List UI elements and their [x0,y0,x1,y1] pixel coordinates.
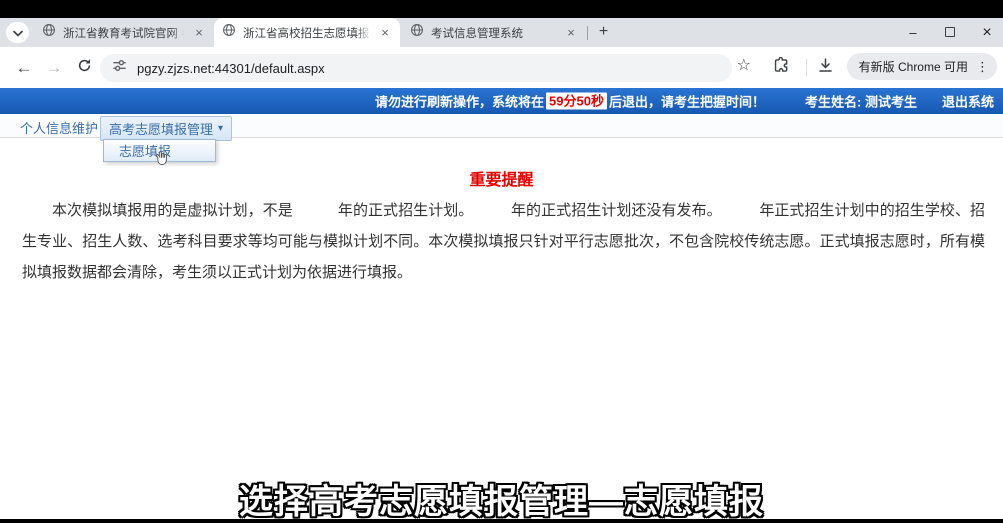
tab-exam-office-site[interactable]: 浙江省教育考试院官网 考生办 × [34,18,214,47]
tab-exam-info-system[interactable]: 考试信息管理系统 × [402,18,586,47]
tab-close-icon[interactable]: × [192,26,206,40]
caret-down-icon: ▾ [218,123,223,134]
toolbar-separator [806,59,807,76]
chrome-update-label: 有新版 Chrome 可用 [859,58,968,75]
globe-favicon-icon [410,23,424,42]
tab-title: 考试信息管理系统 [431,25,557,41]
globe-favicon-icon [222,23,236,42]
reminder-paragraph: 本次模拟填报用的是虚拟计划，不是 年的正式招生计划。 年的正式招生计划还没有发布… [22,195,985,288]
video-frame: 浙江省教育考试院官网 考生办 × 浙江省高校招生志愿填报系统 × 考试信息管理系… [0,0,1003,523]
candidate-name-label: 考生姓名: 测试考生 [805,92,917,111]
window-close-button[interactable]: × [979,24,995,42]
browser-toolbar: ← → pgzy.zjzs.net:44301/default.aspx ☆ [0,47,1003,88]
menu-label: 个人信息维护 [20,118,98,137]
menu-volunteer-management[interactable]: 高考志愿填报管理 ▾ [100,116,232,141]
tab-strip: 浙江省教育考试院官网 考生办 × 浙江省高校招生志愿填报系统 × 考试信息管理系… [0,18,1003,47]
globe-favicon-icon [42,23,56,42]
browser-menu-icon[interactable]: ⋮ [976,59,989,75]
important-reminder-title: 重要提醒 [0,166,1003,190]
menu-label: 高考志愿填报管理 [109,119,213,138]
message-suffix: 后退出，请考生把握时间！ [609,92,765,111]
download-icon[interactable] [816,56,835,80]
tab-search-button[interactable] [6,22,29,43]
maximize-icon [945,27,955,37]
browser-window: 浙江省教育考试院官网 考生办 × 浙江省高校招生志愿填报系统 × 考试信息管理系… [0,18,1003,519]
tab-volunteer-system-active[interactable]: 浙江省高校招生志愿填报系统 × [214,18,400,47]
window-maximize-button[interactable] [942,25,958,40]
toolbar-right-group: ☆ 有新版 Chrome 可用 ⋮ [0,55,1003,81]
menu-bar: 个人信息维护 ▾ 高考志愿填报管理 ▾ [0,114,1003,138]
message-prefix: 请勿进行刷新操作，系统将在 [375,92,544,111]
dropdown-item-volunteer-filling[interactable]: 志愿填报 [104,140,215,161]
tab-title: 浙江省教育考试院官网 考生办 [63,25,185,41]
tab-title: 浙江省高校招生志愿填报系统 [243,25,371,41]
new-tab-button[interactable]: + [592,21,615,44]
tab-separator [587,26,588,40]
chevron-down-icon [13,24,23,42]
session-timeout-message: 请勿进行刷新操作，系统将在 59分50秒 后退出，请考生把握时间！ [375,92,765,111]
bookmark-star-icon[interactable]: ☆ [737,55,751,75]
hand-cursor-icon [154,150,169,167]
volunteer-management-dropdown: 志愿填报 [103,139,216,162]
system-notice-bar: 请勿进行刷新操作，系统将在 59分50秒 后退出，请考生把握时间！ 考生姓名: … [0,88,1003,114]
extensions-icon[interactable] [772,56,791,80]
tab-close-icon[interactable]: × [378,26,392,40]
tab-close-icon[interactable]: × [564,26,578,40]
countdown-timer: 59分50秒 [546,93,607,110]
window-controls: – × [905,18,995,47]
logout-link[interactable]: 退出系统 [942,92,994,111]
window-minimize-button[interactable]: – [905,25,921,40]
video-subtitle: 选择高考志愿填报管理—志愿填报 [0,474,1003,523]
chrome-update-button[interactable]: 有新版 Chrome 可用 ⋮ [847,53,997,80]
